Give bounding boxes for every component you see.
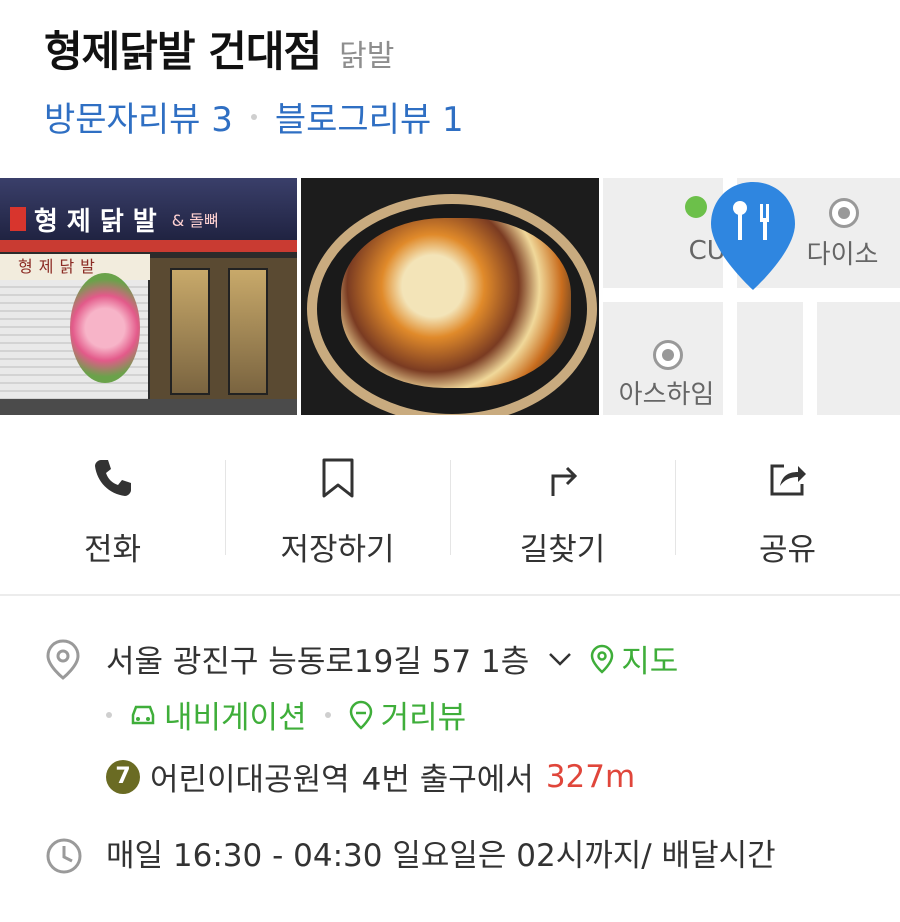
store-photo[interactable]: 형제닭발 & 돌뼈 형제닭발 xyxy=(0,178,298,415)
share-icon xyxy=(770,464,806,496)
map-green-marker xyxy=(684,196,707,218)
food-photo[interactable] xyxy=(301,178,599,415)
save-label: 저장하기 xyxy=(280,532,395,568)
store-banner: 형제닭발 xyxy=(0,254,150,280)
section-divider xyxy=(0,594,900,596)
map-label-daiso: 다이소 xyxy=(806,240,879,270)
store-sign-text: 형제닭발 xyxy=(34,206,166,237)
streetview-label: 거리뷰 xyxy=(380,700,467,736)
directions-button[interactable]: 길찾기 xyxy=(450,440,675,570)
phone-icon xyxy=(94,460,131,496)
map-link[interactable]: 지도 xyxy=(589,636,678,681)
flower-wreath xyxy=(70,273,140,383)
station-name: 어린이대공원역 xyxy=(150,762,350,798)
location-pin-icon xyxy=(46,639,80,680)
navigation-link[interactable]: 내비게이션 xyxy=(128,692,307,737)
share-button[interactable]: 공유 xyxy=(675,440,900,570)
sign-badge xyxy=(10,207,26,231)
store-sign: 형제닭발 & 돌뼈 xyxy=(0,200,297,238)
map-pin-icon xyxy=(590,644,614,674)
separator-dot xyxy=(106,711,112,718)
restaurant-pin-icon xyxy=(710,182,795,290)
map-thumbnail[interactable]: CU 다이소 아스하임 xyxy=(602,178,900,415)
store-red-band xyxy=(0,240,298,252)
business-hours[interactable]: 매일 16:30 - 04:30 일요일은 02시까지/ 배달시간 xyxy=(106,832,866,880)
map-poi-icon xyxy=(828,198,859,228)
store-ground xyxy=(0,399,298,415)
review-links: 방문자리뷰 3 블로그리뷰 1 xyxy=(44,92,464,141)
visitor-review-link[interactable]: 방문자리뷰 3 xyxy=(44,92,233,141)
address-line: 서울 광진구 능동로19길 57 1층 지도 xyxy=(106,636,678,681)
map-label-building: 아스하임 xyxy=(618,380,715,410)
chevron-down-icon[interactable] xyxy=(547,650,573,668)
store-sign-suffix: & 돌뼈 xyxy=(171,211,219,230)
clock-icon xyxy=(46,838,82,874)
map-road xyxy=(802,298,817,415)
distance-text: 327m xyxy=(545,758,636,795)
share-label: 공유 xyxy=(758,532,817,568)
save-button[interactable]: 저장하기 xyxy=(225,440,450,570)
separator-dot xyxy=(324,711,331,718)
bookmark-icon xyxy=(322,458,353,498)
blog-review-link[interactable]: 블로그리뷰 1 xyxy=(275,92,464,141)
store-window xyxy=(150,258,298,415)
title-row: 형제닭발 건대점 닭발 xyxy=(44,18,394,79)
directions-label: 길찾기 xyxy=(519,532,606,568)
photo-strip: 형제닭발 & 돌뼈 형제닭발 CU 다이소 아스하임 xyxy=(0,178,900,415)
car-icon xyxy=(131,705,155,724)
exit-text: 4번 출구에서 xyxy=(361,762,534,798)
food-dish xyxy=(341,218,572,388)
building-icon xyxy=(652,340,683,370)
address-text[interactable]: 서울 광진구 능동로19길 57 1층 xyxy=(106,636,529,681)
directions-icon xyxy=(551,466,577,496)
window-pane xyxy=(170,268,210,395)
subway-line-badge: 7 xyxy=(106,759,140,794)
place-category: 닭발 xyxy=(339,39,395,74)
address-links: 내비게이션 거리뷰 xyxy=(106,692,466,737)
map-link-label: 지도 xyxy=(621,644,679,680)
action-bar: 전화 저장하기 길찾기 공유 xyxy=(0,440,900,570)
subway-line: 7 어린이대공원역 4번 출구에서 327m xyxy=(106,754,635,799)
navigation-label: 내비게이션 xyxy=(164,700,307,736)
call-button[interactable]: 전화 xyxy=(0,440,225,570)
streetview-link[interactable]: 거리뷰 xyxy=(347,692,467,737)
call-label: 전화 xyxy=(83,532,142,568)
separator-dot xyxy=(250,113,257,120)
window-pane xyxy=(228,268,268,395)
streetview-icon xyxy=(349,700,372,730)
place-title: 형제닭발 건대점 xyxy=(44,27,322,76)
